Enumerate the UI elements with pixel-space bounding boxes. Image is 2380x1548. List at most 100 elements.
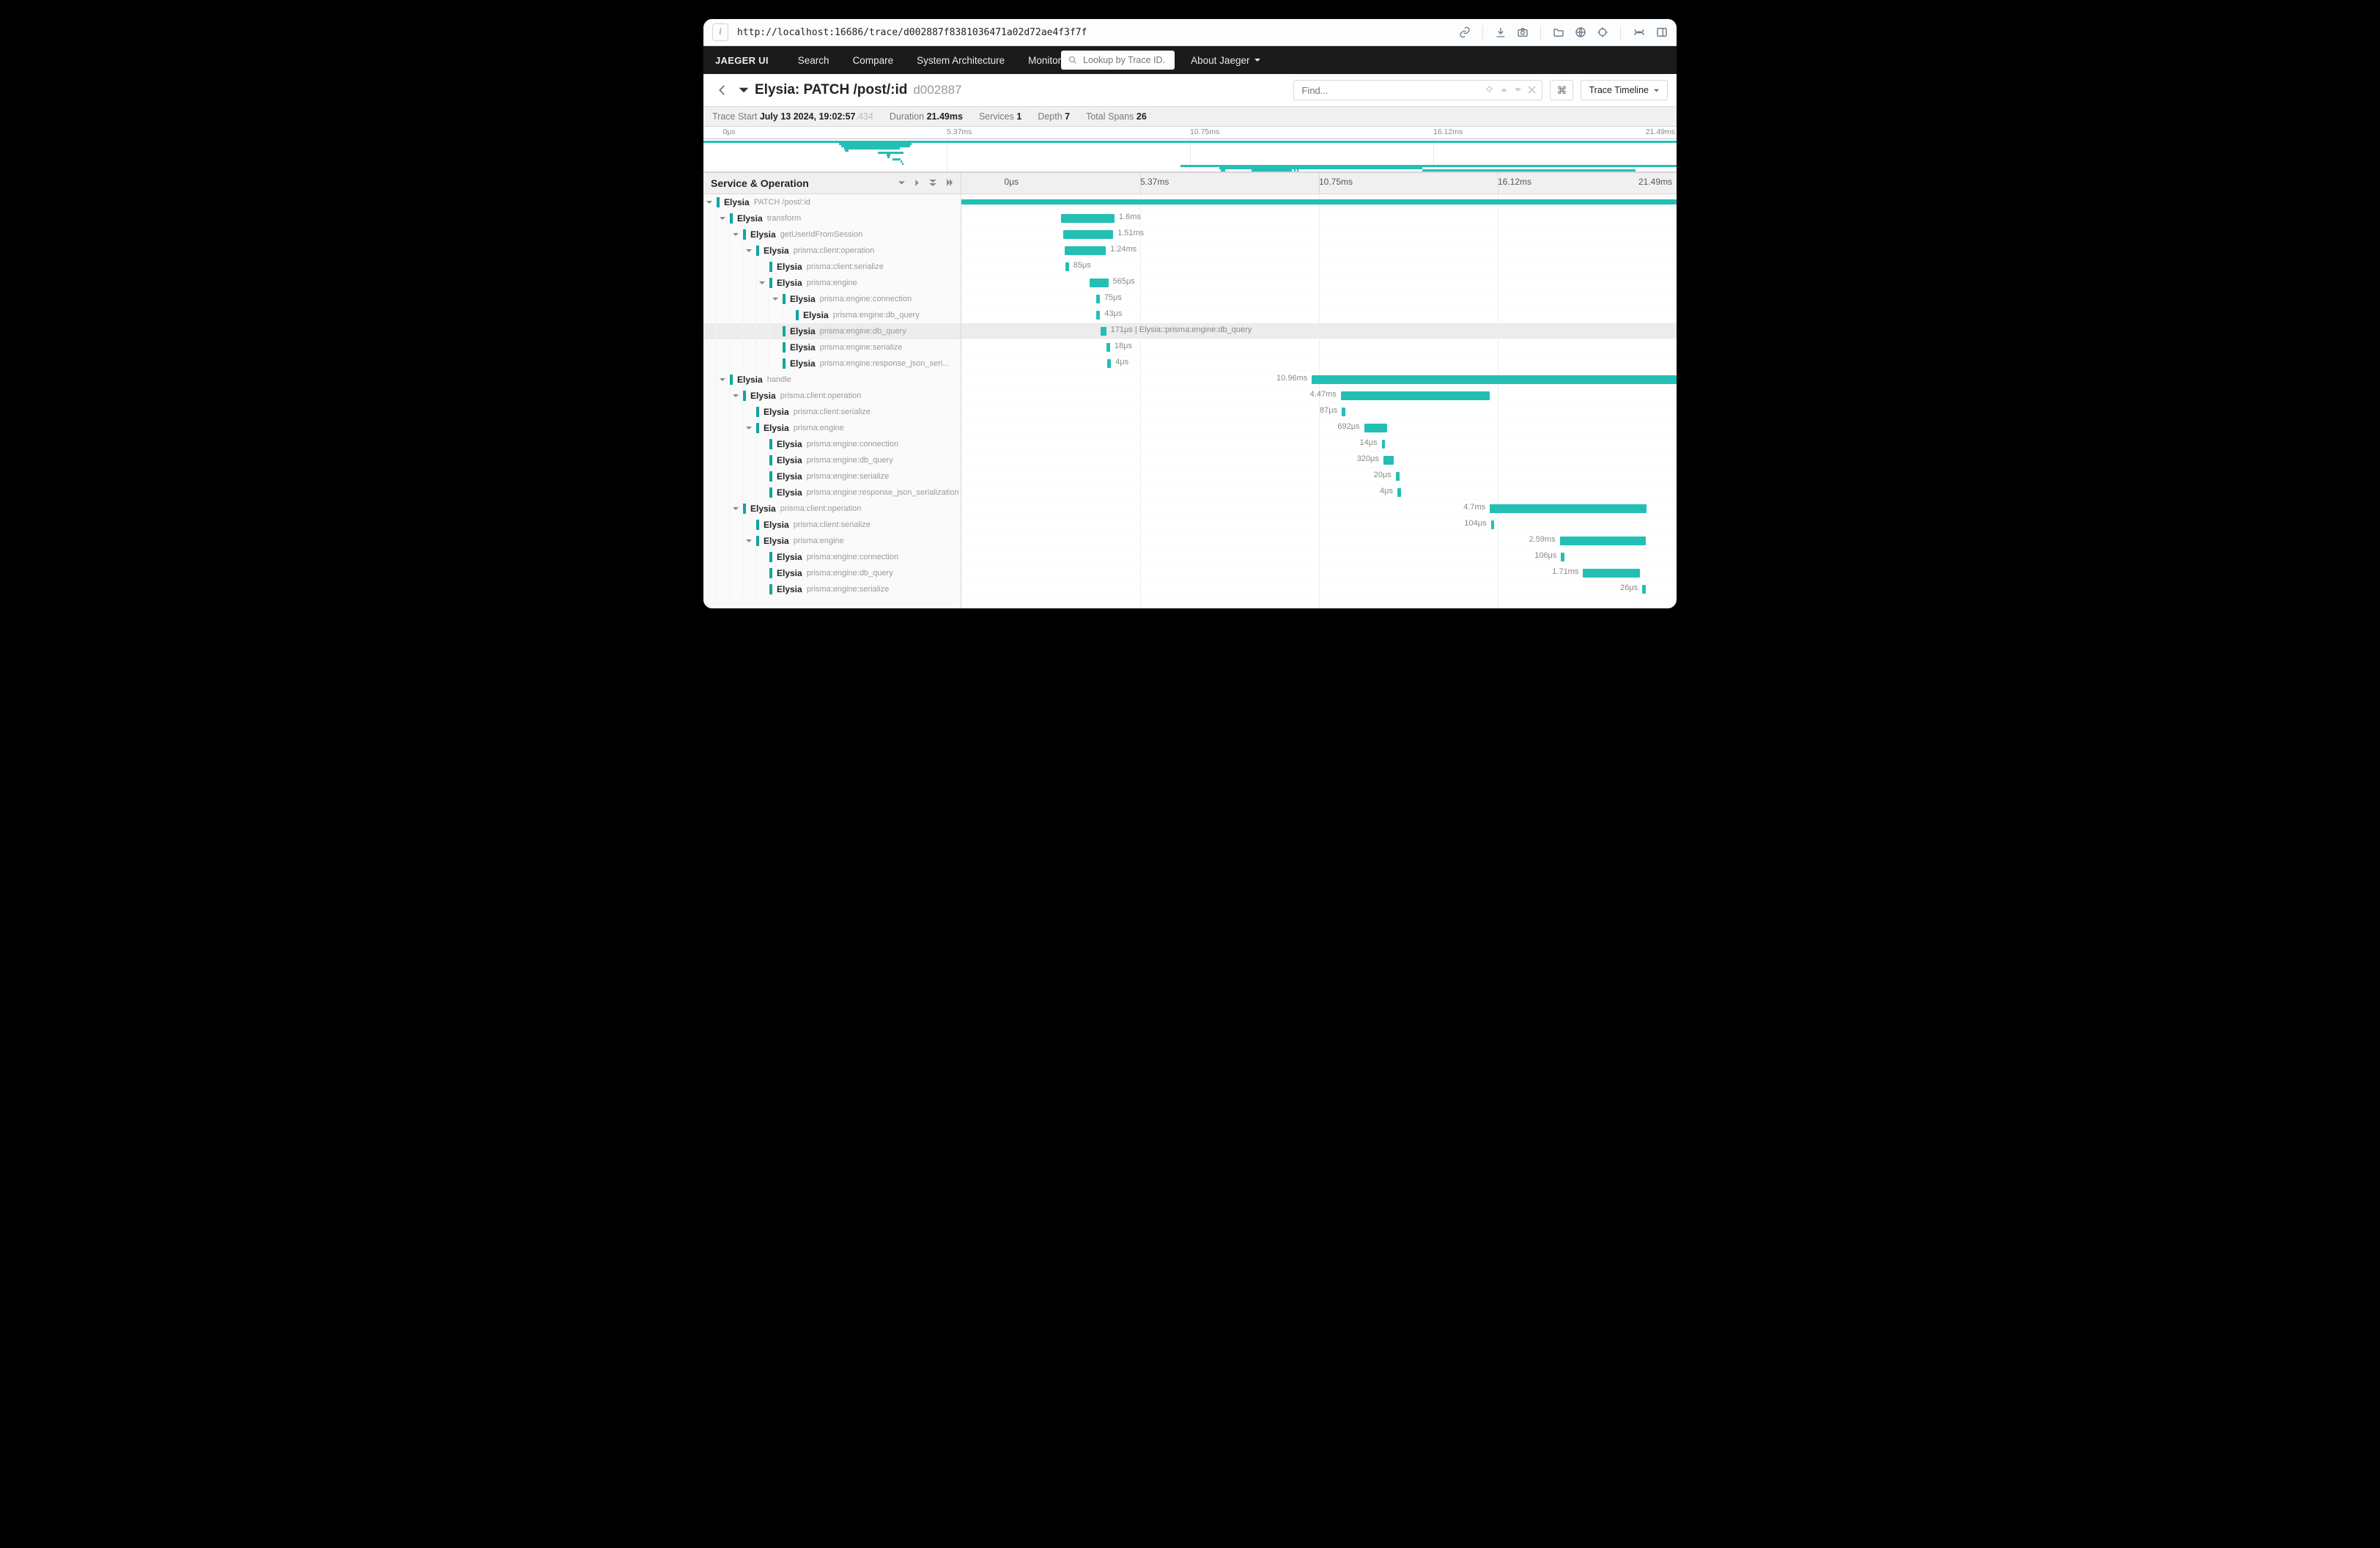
span-bar[interactable]	[1491, 520, 1495, 529]
span-row[interactable]: Elysiaprisma:engine:connection	[703, 436, 961, 452]
view-dropdown[interactable]: Trace Timeline	[1581, 80, 1668, 100]
span-row[interactable]: Elysiaprisma:engine:response_json_serial…	[703, 484, 961, 501]
span-row[interactable]: Elysiaprisma:engine	[703, 420, 961, 436]
span-row[interactable]: Elysiaprisma:engine:db_query	[703, 323, 961, 339]
span-row[interactable]: Elysiaprisma:engine:db_query	[703, 452, 961, 468]
timeline-row[interactable]: 320μs	[961, 452, 1677, 468]
timeline-row[interactable]: 4μs	[961, 355, 1677, 372]
timeline-row[interactable]: 2.59ms	[961, 533, 1677, 549]
brand[interactable]: JAEGER UI	[715, 55, 769, 66]
span-row[interactable]: Elysiaprisma:engine:serialize	[703, 581, 961, 597]
span-bar[interactable]	[1642, 585, 1646, 594]
toggle-icon[interactable]	[783, 309, 794, 321]
camera-icon[interactable]	[1517, 26, 1529, 38]
span-timeline[interactable]: 1.6ms1.51ms1.24ms85μs565μs75μs43μs171μs …	[961, 194, 1677, 608]
span-row[interactable]: Elysiaprisma:engine:db_query	[703, 307, 961, 323]
span-row[interactable]: ElysiaPATCH /post/:id	[703, 194, 961, 210]
span-row[interactable]: Elysiaprisma:engine:response_json_seri..…	[703, 355, 961, 372]
timeline-row[interactable]: 1.24ms	[961, 243, 1677, 259]
span-row[interactable]: Elysiaprisma:engine:connection	[703, 549, 961, 565]
span-row[interactable]: Elysiahandle	[703, 372, 961, 388]
timeline-row[interactable]: 171μs | Elysia::prisma:engine:db_query	[961, 323, 1677, 339]
panel-icon[interactable]	[1656, 26, 1668, 38]
trace-minimap[interactable]: 0μs5.37ms10.75ms16.12ms21.49ms	[703, 127, 1677, 173]
nav-compare[interactable]: Compare	[853, 55, 894, 66]
locate-icon[interactable]	[1485, 84, 1494, 96]
span-row[interactable]: ElysiagetUserIdFromSession	[703, 226, 961, 243]
timeline-row[interactable]: 18μs	[961, 339, 1677, 355]
timeline-row[interactable]: 4.7ms	[961, 501, 1677, 517]
trace-lookup[interactable]	[1061, 51, 1175, 70]
collapse-all-icon[interactable]	[928, 178, 937, 189]
toggle-icon[interactable]	[743, 245, 755, 257]
find-box[interactable]	[1293, 80, 1542, 100]
span-bar[interactable]	[1096, 295, 1100, 303]
span-bar[interactable]	[1065, 246, 1106, 255]
timeline-row[interactable]: 1.71ms	[961, 565, 1677, 581]
download-icon[interactable]	[1495, 26, 1507, 38]
span-row[interactable]: Elysiaprisma:engine:db_query	[703, 565, 961, 581]
timeline-row[interactable]: 1.6ms	[961, 210, 1677, 226]
span-bar[interactable]	[1561, 553, 1564, 561]
span-bar[interactable]	[1364, 424, 1387, 432]
toggle-icon[interactable]	[743, 519, 755, 531]
toggle-icon[interactable]	[703, 196, 715, 208]
toggle-icon[interactable]	[743, 535, 755, 547]
toggle-icon[interactable]	[756, 277, 768, 289]
span-bar[interactable]	[1383, 456, 1394, 465]
nav-monitor[interactable]: Monitor	[1028, 55, 1061, 66]
span-bar[interactable]	[1560, 537, 1647, 545]
timeline-row[interactable]: 106μs	[961, 549, 1677, 565]
span-row[interactable]: Elysiatransform	[703, 210, 961, 226]
timeline-row[interactable]: 692μs	[961, 420, 1677, 436]
collapse-one-icon[interactable]	[898, 178, 906, 189]
timeline-row[interactable]: 85μs	[961, 259, 1677, 275]
trace-lookup-input[interactable]	[1082, 54, 1167, 66]
span-row[interactable]: Elysiaprisma:client:serialize	[703, 259, 961, 275]
toggle-icon[interactable]	[717, 374, 728, 386]
nav-search[interactable]: Search	[798, 55, 829, 66]
span-row[interactable]: Elysiaprisma:client:serialize	[703, 404, 961, 420]
span-bar[interactable]	[1583, 569, 1640, 578]
span-row[interactable]: Elysiaprisma:client:serialize	[703, 517, 961, 533]
folder-icon[interactable]	[1553, 26, 1564, 38]
span-bar[interactable]	[1065, 262, 1069, 271]
timeline-row[interactable]: 4.47ms	[961, 388, 1677, 404]
toggle-icon[interactable]	[769, 293, 781, 305]
span-bar[interactable]	[1382, 440, 1386, 449]
toggle-icon[interactable]	[769, 325, 781, 337]
keyboard-button[interactable]: ⌘	[1550, 80, 1573, 100]
back-button[interactable]	[712, 80, 733, 100]
span-bar[interactable]	[1096, 311, 1100, 320]
span-bar[interactable]	[1101, 327, 1106, 336]
toggle-icon[interactable]	[743, 422, 755, 434]
timeline-row[interactable]	[961, 194, 1677, 210]
toggle-icon[interactable]	[730, 390, 742, 402]
timeline-row[interactable]: 14μs	[961, 436, 1677, 452]
toggle-icon[interactable]	[756, 551, 768, 563]
collapse-toggle[interactable]	[736, 82, 752, 98]
span-row[interactable]: Elysiaprisma:client:operation	[703, 243, 961, 259]
toggle-icon[interactable]	[756, 471, 768, 482]
chevron-down-icon[interactable]	[1514, 85, 1522, 96]
span-bar[interactable]	[1490, 504, 1646, 513]
toggle-icon[interactable]	[756, 454, 768, 466]
find-input[interactable]	[1300, 84, 1485, 97]
chevron-up-icon[interactable]	[1500, 85, 1508, 96]
span-bar[interactable]	[1090, 279, 1109, 287]
page-info-icon[interactable]: i	[712, 23, 728, 41]
toggle-icon[interactable]	[756, 487, 768, 498]
devtools-icon[interactable]	[1633, 27, 1646, 37]
span-row[interactable]: Elysiaprisma:engine	[703, 533, 961, 549]
toggle-icon[interactable]	[769, 358, 781, 369]
target-icon[interactable]	[1597, 26, 1608, 38]
timeline-row[interactable]: 10.96ms	[961, 372, 1677, 388]
nav-sysarch[interactable]: System Architecture	[917, 55, 1005, 66]
expand-all-icon[interactable]	[945, 178, 953, 189]
toggle-icon[interactable]	[769, 342, 781, 353]
toggle-icon[interactable]	[717, 213, 728, 224]
span-bar[interactable]	[1106, 343, 1110, 352]
timeline-row[interactable]: 87μs	[961, 404, 1677, 420]
timeline-row[interactable]: 565μs	[961, 275, 1677, 291]
span-row[interactable]: Elysiaprisma:engine	[703, 275, 961, 291]
